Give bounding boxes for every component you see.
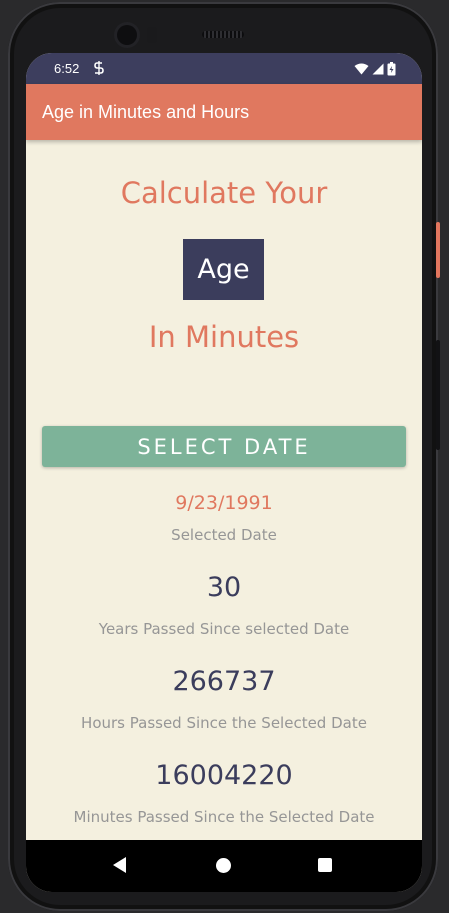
toolbar-title: Age in Minutes and Hours xyxy=(42,102,250,122)
system-nav-bar xyxy=(26,840,422,892)
selected-date-label: Selected Date xyxy=(171,526,277,544)
wifi-icon xyxy=(354,63,369,75)
selected-date-value: 9/23/1991 xyxy=(175,492,273,514)
status-bar: 6:52 xyxy=(26,53,422,84)
battery-icon xyxy=(387,62,396,76)
heading-in-minutes: In Minutes xyxy=(148,320,300,354)
hours-label: Hours Passed Since the Selected Date xyxy=(81,714,367,732)
app-toolbar: Age in Minutes and Hours xyxy=(26,84,422,140)
years-value: 30 xyxy=(206,572,242,603)
volume-button xyxy=(436,340,440,450)
minutes-value: 16004220 xyxy=(155,760,293,791)
power-button xyxy=(436,222,440,278)
select-date-button[interactable]: Select Date xyxy=(42,426,406,467)
cell-signal-icon xyxy=(372,63,384,75)
hours-value: 266737 xyxy=(172,666,276,697)
earpiece-speaker xyxy=(202,31,244,38)
back-triangle-icon[interactable] xyxy=(112,856,128,874)
home-circle-icon[interactable] xyxy=(216,858,231,873)
recents-square-icon[interactable] xyxy=(318,858,332,872)
status-icons xyxy=(354,62,396,76)
front-camera-icon xyxy=(117,25,137,45)
s-notification-icon xyxy=(94,61,104,75)
status-time: 6:52 xyxy=(54,61,80,76)
minutes-label: Minutes Passed Since the Selected Date xyxy=(73,808,375,826)
proximity-sensor xyxy=(147,27,157,43)
age-badge: Age xyxy=(183,239,264,300)
device-screen: 6:52 Age in Minutes and Hours Calculate … xyxy=(26,53,422,892)
years-label: Years Passed Since selected Date xyxy=(98,620,350,638)
heading-calculate-your: Calculate Your xyxy=(120,176,328,210)
